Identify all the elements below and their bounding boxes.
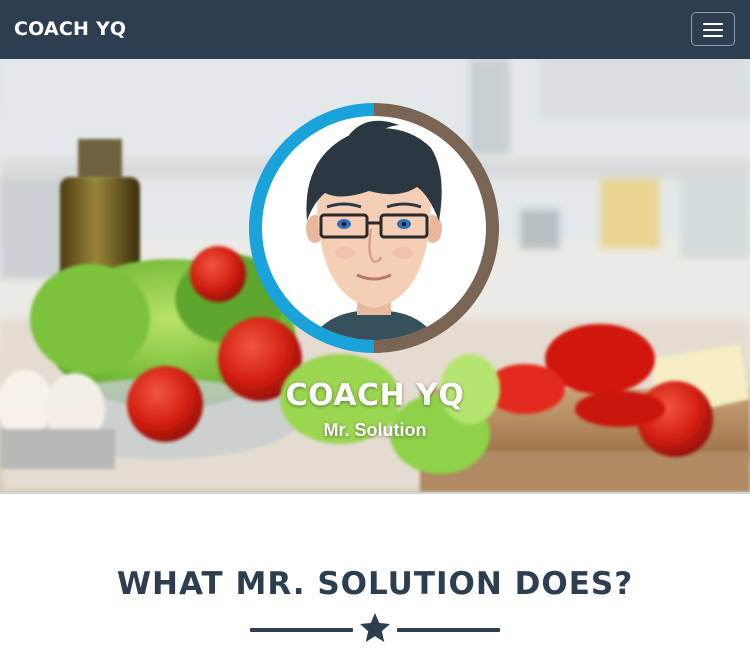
top-navbar: COACH YQ [0, 0, 750, 59]
divider-line-left [250, 628, 353, 632]
hamburger-menu-icon [703, 23, 723, 37]
hero-subtitle: Mr. Solution [323, 420, 427, 440]
star-divider [250, 612, 500, 646]
hero-section: COACH YQ Mr. Solution [0, 59, 750, 492]
menu-toggle-button[interactable] [691, 12, 735, 46]
star-icon [360, 613, 390, 642]
hero-title: COACH YQ [285, 378, 465, 413]
avatar-image [249, 103, 499, 353]
hero-divider [0, 492, 750, 494]
divider-line-right [397, 628, 500, 632]
section-title: WHAT MR. SOLUTION DOES? [116, 566, 634, 602]
brand-logo[interactable]: COACH YQ [14, 18, 126, 40]
